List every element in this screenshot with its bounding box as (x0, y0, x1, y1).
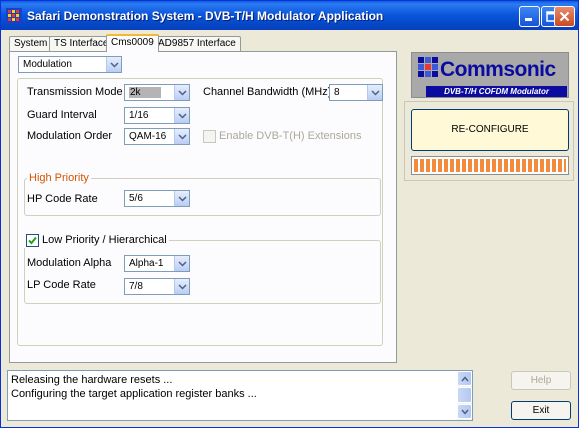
chevron-down-icon[interactable] (174, 279, 189, 294)
minimize-button[interactable] (519, 6, 540, 27)
hp-code-rate-value: 5/6 (129, 193, 143, 204)
modulation-order-label: Modulation Order (27, 130, 112, 142)
dvbth-extensions-checkbox[interactable] (203, 130, 216, 143)
scroll-up-button[interactable] (457, 371, 472, 386)
main-window: Safari Demonstration System - DVB-T/H Mo… (0, 0, 579, 428)
guard-interval-label: Guard Interval (27, 109, 97, 121)
tab-ad9857-interface[interactable]: AD9857 Interface (153, 36, 241, 51)
channel-bandwidth-label: Channel Bandwidth (MHz) (203, 86, 332, 98)
commsonic-logo: Commsonic DVB-T/H COFDM Modulator (411, 52, 569, 98)
modulation-order-select[interactable]: QAM-16 (124, 128, 190, 145)
low-priority-title-wrap: Low Priority / Hierarchical (24, 234, 169, 248)
title-bar[interactable]: Safari Demonstration System - DVB-T/H Mo… (1, 1, 578, 30)
modulation-order-value: QAM-16 (129, 131, 167, 142)
checkmark-icon (28, 236, 37, 245)
scroll-thumb[interactable] (457, 387, 472, 403)
logo-tagline: DVB-T/H COFDM Modulator (426, 86, 567, 97)
chevron-down-icon[interactable] (174, 129, 189, 144)
minimize-icon (525, 18, 532, 21)
close-button[interactable] (554, 6, 575, 27)
tab-ts-interface[interactable]: TS Interface (49, 36, 114, 51)
lp-code-rate-select[interactable]: 7/8 (124, 278, 190, 295)
guard-interval-value: 1/16 (129, 110, 149, 121)
lp-code-rate-label: LP Code Rate (27, 279, 96, 291)
app-icon (6, 8, 22, 24)
modulation-alpha-label: Modulation Alpha (27, 257, 112, 269)
log-line: Releasing the hardware resets ... (11, 374, 173, 386)
logo-grid-icon (418, 57, 438, 77)
chevron-down-icon[interactable] (367, 85, 382, 100)
hp-code-rate-select[interactable]: 5/6 (124, 190, 190, 207)
log-scrollbar[interactable] (457, 371, 472, 420)
channel-bandwidth-value: 8 (334, 87, 340, 98)
window-title: Safari Demonstration System - DVB-T/H Mo… (27, 9, 384, 23)
tab-panel: Modulation Transmission Mode 2k Channel … (9, 51, 397, 363)
transmission-mode-select[interactable]: 2k (124, 84, 190, 101)
logo-name: Commsonic (440, 58, 556, 81)
lp-code-rate-value: 7/8 (129, 281, 143, 292)
chevron-down-icon[interactable] (174, 108, 189, 123)
reconfigure-button[interactable]: RE-CONFIGURE (411, 109, 569, 151)
modulation-alpha-select[interactable]: Alpha-1 (124, 255, 190, 272)
tab-system[interactable]: System (9, 36, 53, 51)
log-output[interactable]: Releasing the hardware resets ... Config… (7, 370, 473, 421)
chevron-down-icon (461, 409, 469, 415)
low-priority-checkbox[interactable] (26, 234, 39, 247)
guard-interval-select[interactable]: 1/16 (124, 107, 190, 124)
section-select[interactable]: Modulation (18, 56, 122, 73)
exit-button[interactable]: Exit (511, 401, 571, 420)
chevron-down-icon[interactable] (106, 57, 121, 72)
modulation-alpha-value: Alpha-1 (129, 258, 164, 269)
transmission-mode-label: Transmission Mode (27, 86, 123, 98)
chevron-down-icon[interactable] (174, 191, 189, 206)
chevron-down-icon[interactable] (174, 256, 189, 271)
channel-bandwidth-select[interactable]: 8 (329, 84, 383, 101)
chevron-down-icon[interactable] (174, 85, 189, 100)
chevron-up-icon (461, 376, 469, 382)
low-priority-group (24, 240, 381, 304)
section-select-value: Modulation (23, 59, 72, 70)
progress-fill (414, 159, 566, 172)
log-line: Configuring the target application regis… (11, 388, 257, 400)
dvbth-extensions-label: Enable DVB-T(H) Extensions (219, 130, 362, 142)
tab-cms0009[interactable]: Cms0009 (106, 34, 159, 52)
help-button[interactable]: Help (511, 371, 571, 390)
progress-bar (411, 156, 569, 175)
close-icon (559, 11, 570, 22)
high-priority-title: High Priority (27, 172, 91, 184)
transmission-mode-value: 2k (129, 87, 161, 98)
low-priority-title: Low Priority / Hierarchical (42, 234, 167, 246)
hp-code-rate-label: HP Code Rate (27, 193, 98, 205)
scroll-down-button[interactable] (457, 404, 472, 419)
